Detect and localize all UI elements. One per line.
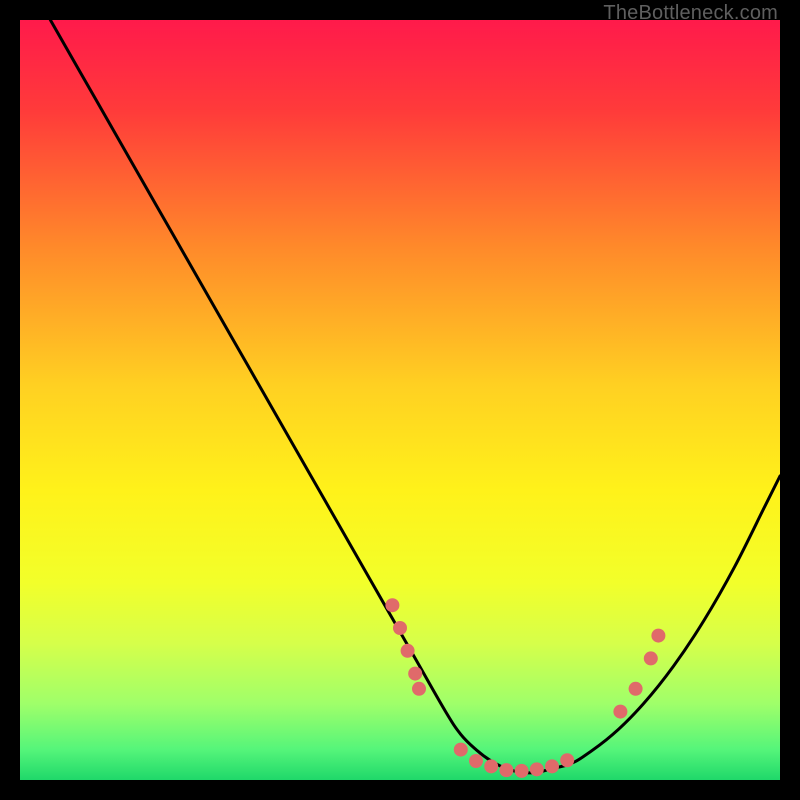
watermark-text: TheBottleneck.com: [603, 2, 778, 25]
chart-svg: [20, 20, 780, 780]
scatter-dot: [408, 667, 422, 681]
scatter-dot: [629, 682, 643, 696]
scatter-dot: [385, 598, 399, 612]
scatter-dot: [651, 629, 665, 643]
scatter-dot: [613, 705, 627, 719]
scatter-dot: [412, 682, 426, 696]
scatter-dot: [515, 764, 529, 778]
scatter-dot: [393, 621, 407, 635]
scatter-dot: [484, 759, 498, 773]
scatter-dot: [499, 763, 513, 777]
scatter-dot: [454, 743, 468, 757]
scatter-dot: [644, 651, 658, 665]
chart-frame: [20, 20, 780, 780]
scatter-dot: [530, 762, 544, 776]
scatter-dot: [469, 754, 483, 768]
scatter-dot: [545, 759, 559, 773]
scatter-dot: [560, 753, 574, 767]
chart-background: [20, 20, 780, 780]
scatter-dot: [401, 644, 415, 658]
